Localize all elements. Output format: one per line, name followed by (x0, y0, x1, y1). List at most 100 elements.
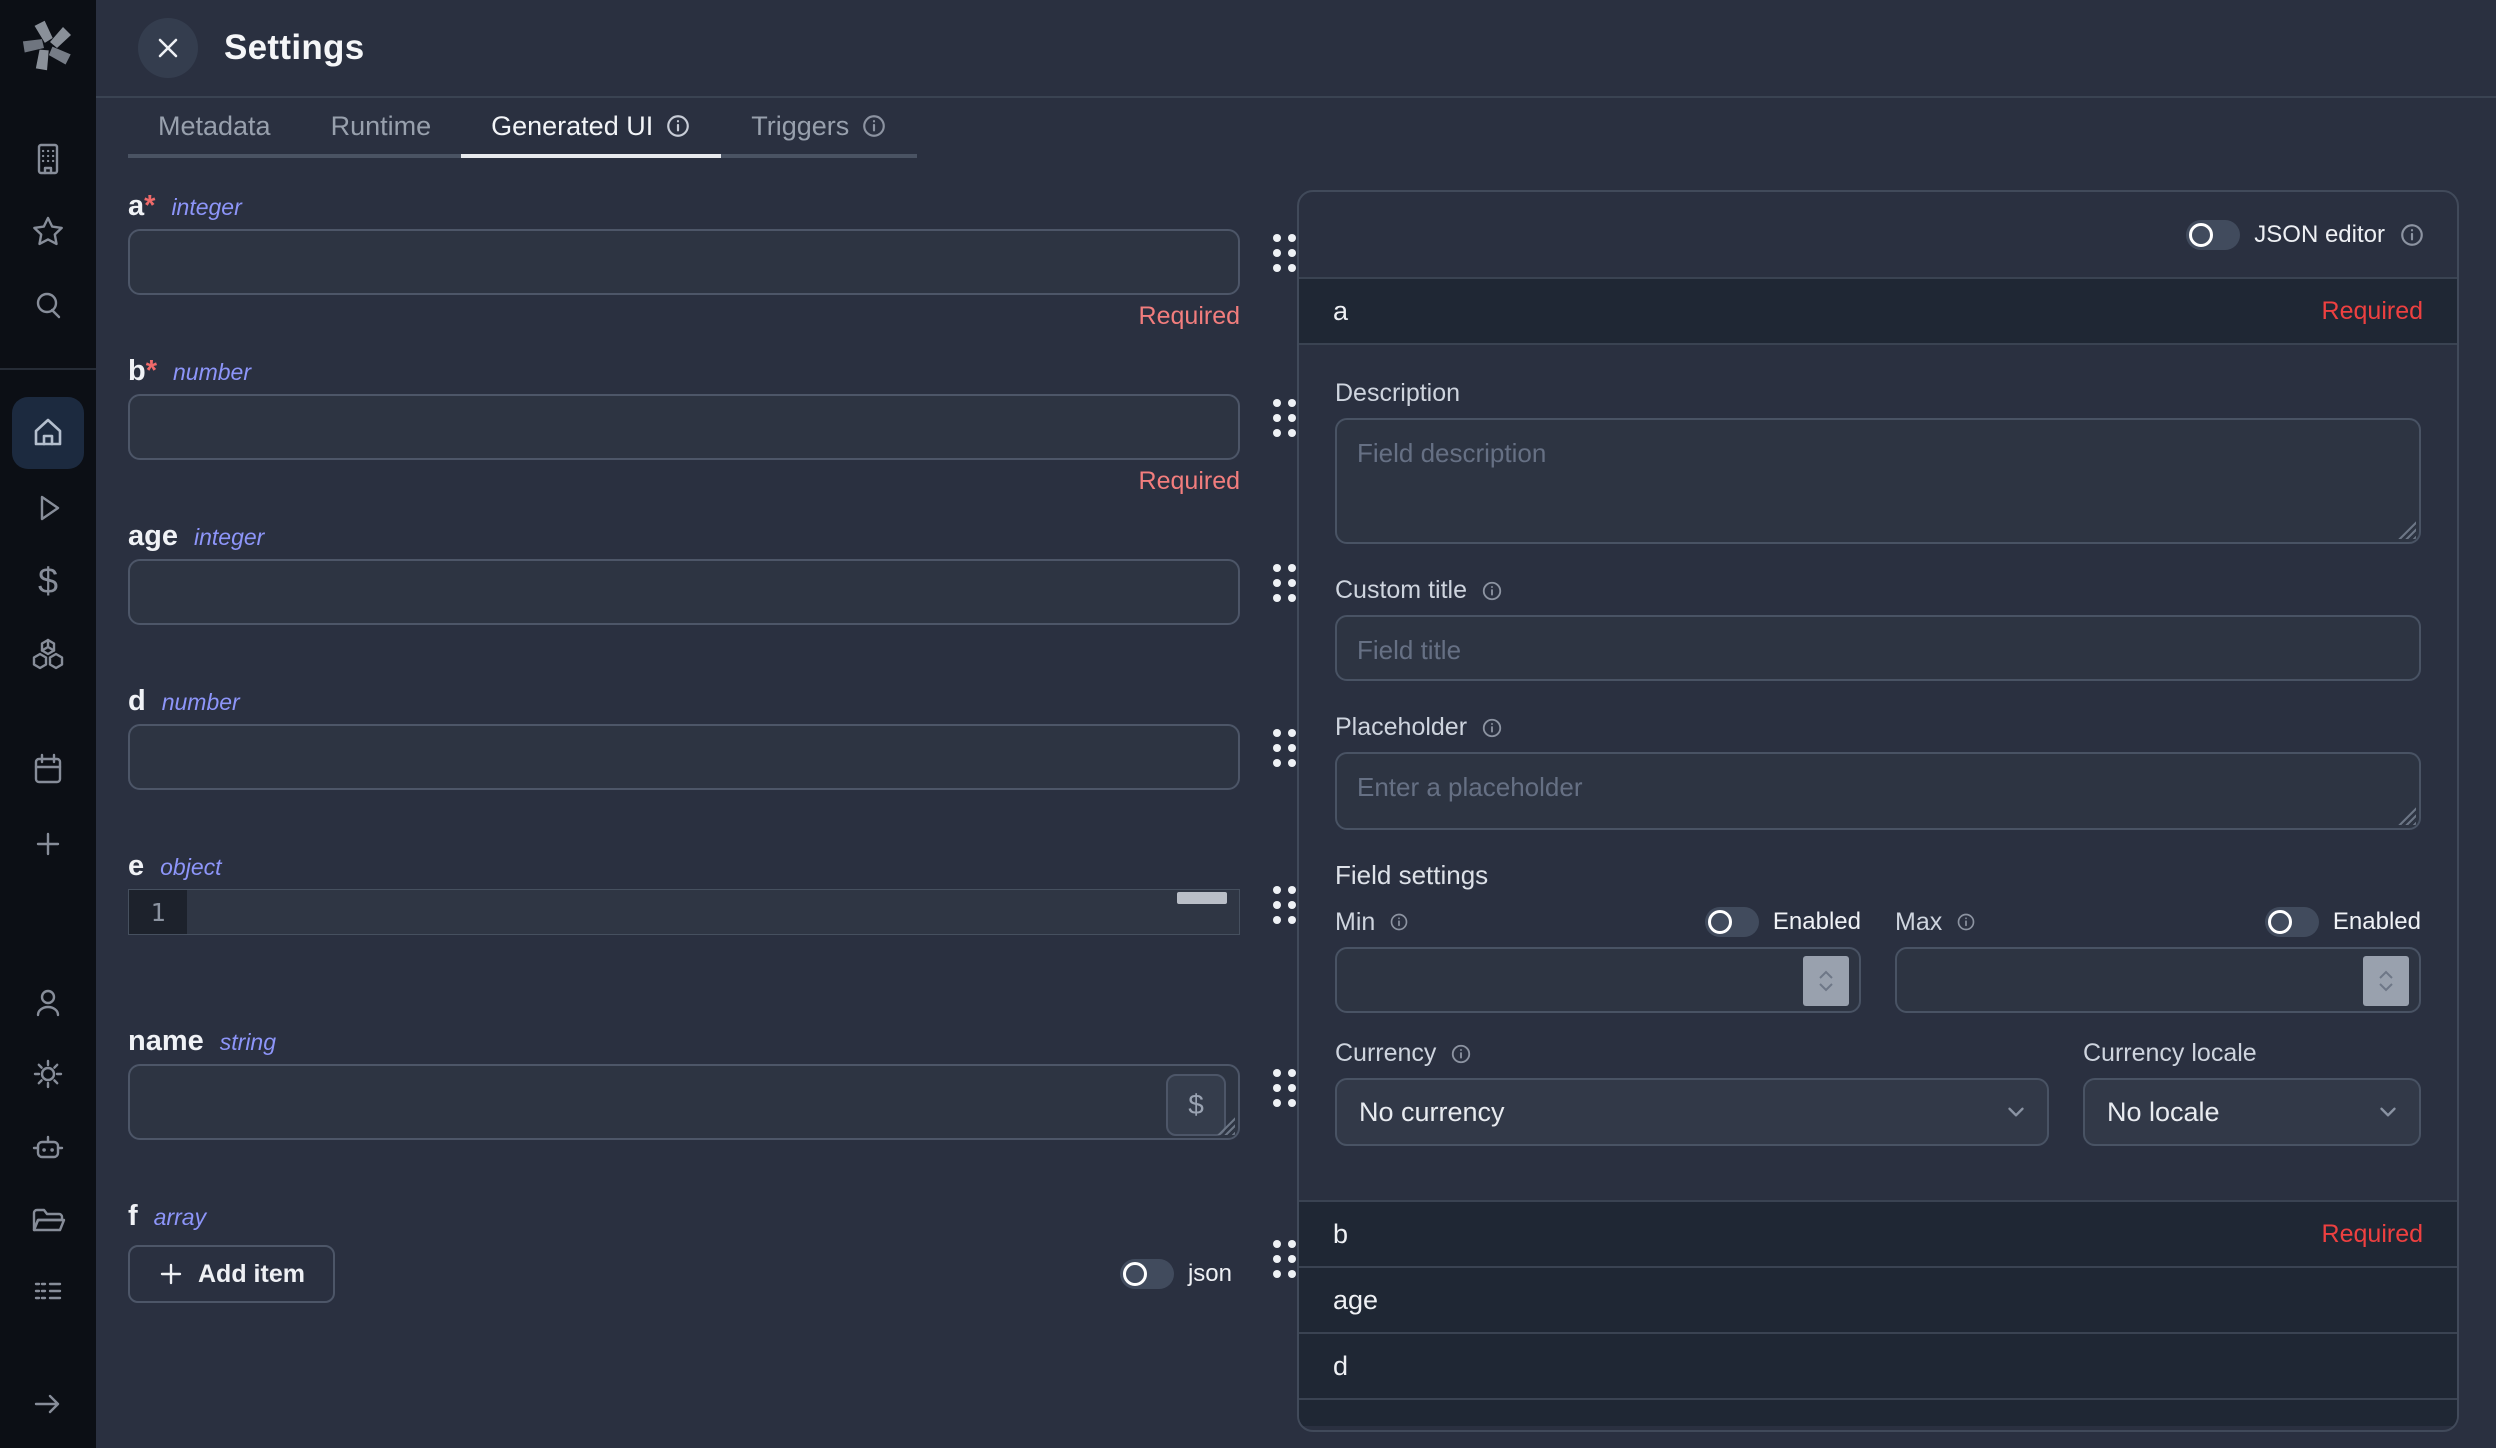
form-preview: a* integer Required b* number Required a… (128, 190, 1240, 1327)
description-textarea[interactable]: Field description (1335, 418, 2421, 544)
windmill-logo-icon[interactable] (0, 14, 96, 78)
max-number-input[interactable] (1895, 947, 2421, 1013)
drag-handle-icon[interactable] (1273, 1069, 1296, 1107)
field-row-age[interactable]: age (1299, 1266, 2457, 1332)
sidebar-item-workers[interactable] (0, 1126, 96, 1170)
form-field-name: name string $ (128, 1025, 1240, 1176)
min-number-input[interactable] (1335, 947, 1861, 1013)
settings-page: { "header": { "title": "Settings" }, "ta… (0, 0, 2496, 1448)
number-stepper[interactable] (1803, 956, 1849, 1006)
info-icon (861, 113, 887, 139)
field-row-name: age (1333, 1285, 1378, 1316)
sidebar-item-settings[interactable] (0, 1052, 96, 1096)
required-note (128, 1146, 1240, 1176)
field-row-d[interactable]: d (1299, 1332, 2457, 1398)
placeholder-textarea[interactable]: Enter a placeholder (1335, 752, 2421, 830)
json-editor-toggle[interactable] (2186, 220, 2240, 250)
chevron-down-icon (2375, 1099, 2401, 1125)
field-label: b* number (128, 355, 1240, 388)
boxes-icon (28, 633, 68, 673)
plus-icon (30, 826, 66, 862)
sidebar-item-folders[interactable] (0, 1199, 96, 1243)
object-json-editor[interactable]: 1 (128, 889, 1240, 935)
min-enabled-toggle[interactable] (1705, 907, 1759, 937)
field-editor-panel: JSON editor a Required Description Field… (1297, 190, 2459, 1432)
required-note: Required (128, 301, 1240, 331)
tab-runtime[interactable]: Runtime (301, 98, 462, 154)
drag-handle-icon[interactable] (1273, 564, 1296, 602)
field-age-input[interactable] (128, 559, 1240, 625)
field-name: e (128, 850, 144, 882)
tab-metadata[interactable]: Metadata (128, 98, 301, 154)
field-d-input[interactable] (128, 724, 1240, 790)
form-field-d: d number (128, 685, 1240, 826)
placeholder-placeholder: Enter a placeholder (1357, 772, 1582, 803)
field-row-b[interactable]: b Required (1299, 1200, 2457, 1266)
drag-handle-icon[interactable] (1273, 1240, 1296, 1278)
field-row-a-selected[interactable]: a Required (1299, 277, 2457, 343)
user-icon (28, 983, 68, 1023)
field-label: age integer (128, 520, 1240, 553)
field-name: a (128, 190, 144, 222)
sidebar-item-create[interactable] (0, 822, 96, 866)
editor-scrollbar[interactable] (1177, 892, 1227, 904)
add-item-button[interactable]: Add item (128, 1245, 335, 1303)
close-icon (156, 36, 180, 60)
field-b-input[interactable] (128, 394, 1240, 460)
editor-content[interactable] (187, 890, 1239, 934)
field-name: d (128, 685, 146, 717)
sidebar-item-search[interactable] (0, 284, 96, 328)
tab-triggers[interactable]: Triggers (721, 98, 917, 154)
field-editor-body: Description Field description Custom tit… (1299, 343, 2457, 1200)
sidebar-expand-button[interactable] (0, 1382, 96, 1426)
drag-handle-icon[interactable] (1273, 234, 1296, 272)
arrow-right-icon (28, 1384, 68, 1424)
field-name-textarea[interactable]: $ (128, 1064, 1240, 1140)
sidebar-item-users[interactable] (0, 981, 96, 1025)
info-icon (2399, 222, 2425, 248)
field-label: d number (128, 685, 1240, 718)
page-title: Settings (224, 28, 364, 68)
json-mode-toggle[interactable] (1120, 1259, 1174, 1289)
drag-handle-icon[interactable] (1273, 886, 1296, 924)
resize-grip-icon[interactable] (2398, 807, 2416, 825)
sidebar-item-workspace[interactable] (0, 137, 96, 181)
field-type: object (160, 854, 221, 881)
required-note (128, 941, 1240, 971)
custom-title-input[interactable]: Field title (1335, 615, 2421, 681)
close-button[interactable] (138, 18, 198, 78)
info-icon (1481, 717, 1503, 739)
sidebar-item-favorites[interactable] (0, 210, 96, 254)
building-icon (28, 139, 68, 179)
sidebar-item-runs[interactable] (0, 486, 96, 530)
dollar-icon: $ (38, 563, 58, 599)
form-field-f: f array Add item json (128, 1200, 1240, 1303)
field-row-partial[interactable] (1299, 1398, 2457, 1426)
info-icon (1481, 580, 1503, 602)
currency-locale-select[interactable]: No locale (2083, 1078, 2421, 1146)
sidebar-item-resources[interactable] (0, 631, 96, 675)
drag-handle-icon[interactable] (1273, 729, 1296, 767)
field-label: a* integer (128, 190, 1240, 223)
field-type: number (162, 689, 240, 716)
resize-grip-icon[interactable] (2398, 521, 2416, 539)
sidebar-item-variables[interactable]: $ (0, 559, 96, 603)
info-icon (665, 113, 691, 139)
sidebar-item-home-active[interactable] (12, 397, 84, 469)
currency-select[interactable]: No currency (1335, 1078, 2049, 1146)
variable-picker-button[interactable]: $ (1166, 1074, 1226, 1136)
field-row-name: a (1333, 296, 1348, 327)
field-a-input[interactable] (128, 229, 1240, 295)
drag-handle-icon[interactable] (1273, 399, 1296, 437)
tab-generated-ui[interactable]: Generated UI (461, 98, 721, 158)
number-stepper[interactable] (2363, 956, 2409, 1006)
max-enabled-toggle[interactable] (2265, 907, 2319, 937)
sidebar-item-logs[interactable] (0, 1269, 96, 1313)
settings-tabbar: Metadata Runtime Generated UI Triggers (96, 98, 2496, 158)
min-label: Min (1335, 908, 1409, 937)
min-setting: Min Enabled (1335, 907, 1861, 1013)
sidebar-item-schedules[interactable] (0, 748, 96, 792)
star-icon (28, 212, 68, 252)
custom-title-label: Custom title (1335, 576, 2421, 605)
field-name: f (128, 1200, 138, 1232)
